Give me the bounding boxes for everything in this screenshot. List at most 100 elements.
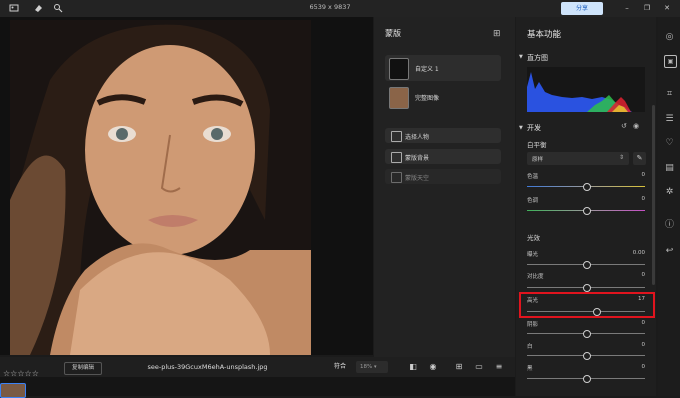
portrait-illustration <box>10 20 311 355</box>
white-balance-label: 白平衡 <box>527 141 547 149</box>
select-person-label: 选择人物 <box>405 134 430 141</box>
preview-eye-icon[interactable]: ◉ <box>427 361 439 373</box>
tint-label: 色调 <box>527 198 539 204</box>
maximize-icon[interactable]: ❐ <box>642 3 652 13</box>
mask-icon[interactable]: ▣ <box>664 55 677 68</box>
adjust-icon[interactable]: ☰ <box>664 114 675 125</box>
mask-item-label: 完整图像 <box>415 95 440 102</box>
mask-item-full-image[interactable]: 完整图像 <box>385 84 501 110</box>
highlights-label: 高光 <box>527 298 539 304</box>
blacks-slider-knob[interactable] <box>583 374 591 383</box>
mask-background-label: 蒙版背景 <box>405 155 430 162</box>
temperature-value: 0 <box>641 172 646 178</box>
contrast-slider[interactable] <box>527 283 645 292</box>
sky-icon <box>391 172 402 183</box>
develop-label: 开发 <box>527 124 541 132</box>
adjustments-title: 基本功能 <box>527 30 562 40</box>
contrast-label: 对比度 <box>527 274 544 280</box>
eyedropper-icon[interactable]: ✎ <box>633 152 646 165</box>
exposure-slider[interactable] <box>527 260 645 269</box>
top-bar: 6539 x 9837 分享 – ❐ ✕ <box>0 0 680 17</box>
whites-slider-knob[interactable] <box>583 351 591 360</box>
highlights-slider-knob[interactable] <box>593 307 602 316</box>
tint-slider-knob[interactable] <box>583 206 591 215</box>
histogram-label: 直方图 <box>527 54 548 62</box>
mask-item-custom-1[interactable]: 自定义 1 <box>385 55 501 81</box>
temperature-slider-knob[interactable] <box>583 182 591 191</box>
light-section-label: 光效 <box>527 234 540 242</box>
collapse-histogram-icon[interactable]: ▼ <box>519 54 523 60</box>
grid-view-icon[interactable]: ⊞ <box>453 361 465 373</box>
list-view-icon[interactable]: ≡ <box>493 361 505 373</box>
photo-library-icon[interactable] <box>9 3 19 13</box>
eraser-icon[interactable] <box>33 3 43 13</box>
highlights-value: 17 <box>638 296 645 302</box>
blacks-value: 0 <box>641 364 646 370</box>
heal-icon[interactable]: ♡ <box>664 138 675 149</box>
exposure-label: 曝光 <box>527 252 539 258</box>
fit-button[interactable]: 符合 <box>330 361 350 373</box>
tint-slider[interactable] <box>527 206 645 215</box>
person-icon <box>391 131 402 142</box>
zoom-value: 18% <box>360 364 373 370</box>
file-name: see-plus-39GcuxM6ehA-unsplash.jpg <box>147 363 268 371</box>
shadows-label: 阴影 <box>527 322 539 328</box>
mask-panel-title: 蒙版 <box>385 29 401 38</box>
tool-rail <box>658 17 680 396</box>
temperature-label: 色温 <box>527 174 539 180</box>
presets-icon[interactable]: ▤ <box>664 163 675 174</box>
whites-slider[interactable] <box>527 351 645 360</box>
filmstrip <box>0 377 515 396</box>
zoom-select[interactable]: 18% ▾ <box>356 361 388 373</box>
whites-value: 0 <box>641 342 646 348</box>
chevron-updown-icon: ⇕ <box>619 154 625 161</box>
layers-icon[interactable]: ◎ <box>664 32 675 43</box>
select-person-button[interactable]: 选择人物 <box>385 128 501 143</box>
whites-label: 白 <box>527 344 533 350</box>
white-balance-preset-value: 原样 <box>532 157 544 163</box>
mask-sky-label: 蒙版天空 <box>405 175 430 182</box>
single-view-icon[interactable]: ▭ <box>473 361 485 373</box>
collapse-develop-icon[interactable]: ▼ <box>519 125 523 131</box>
history-icon[interactable]: ↩ <box>664 246 675 257</box>
effects-icon[interactable]: ✲ <box>664 187 675 198</box>
reset-icon[interactable]: ↺ <box>621 122 627 130</box>
contrast-value: 0 <box>641 272 646 278</box>
minimize-icon[interactable]: – <box>622 3 632 13</box>
visibility-eye-icon[interactable]: ◉ <box>633 122 639 130</box>
exposure-value: 0.00 <box>632 250 645 256</box>
temperature-slider[interactable] <box>527 182 645 191</box>
portrait-photo[interactable] <box>10 20 311 355</box>
copy-edit-button[interactable]: 复制编辑 <box>64 362 102 375</box>
shadows-slider[interactable] <box>527 329 645 338</box>
crop-icon[interactable]: ⌗ <box>664 89 675 100</box>
image-thumbnail-icon <box>389 87 409 109</box>
copy-edit-label: 复制编辑 <box>71 365 94 371</box>
blacks-slider[interactable] <box>527 374 645 383</box>
contrast-slider-knob[interactable] <box>583 283 591 292</box>
chevron-down-icon: ▾ <box>373 364 377 370</box>
blacks-label: 黑 <box>527 366 533 372</box>
image-dimensions: 6539 x 9837 <box>309 3 351 11</box>
highlights-slider[interactable] <box>527 307 645 316</box>
fit-label: 符合 <box>333 363 346 370</box>
panel-scrollbar[interactable] <box>652 105 655 285</box>
white-balance-preset-select[interactable]: 原样 ⇕ <box>527 152 629 165</box>
mask-thumbnail-icon <box>389 58 409 80</box>
share-button[interactable]: 分享 <box>561 2 603 15</box>
background-icon <box>391 152 402 163</box>
shadows-slider-knob[interactable] <box>583 329 591 338</box>
add-mask-icon[interactable]: ⊞ <box>493 29 501 39</box>
exposure-slider-knob[interactable] <box>583 260 591 269</box>
shadows-value: 0 <box>641 320 646 326</box>
histogram <box>527 67 645 112</box>
mask-background-button[interactable]: 蒙版背景 <box>385 149 501 164</box>
info-icon[interactable]: ⓘ <box>664 220 675 231</box>
mask-sky-button[interactable]: 蒙版天空 <box>385 169 501 184</box>
tint-value: 0 <box>641 196 646 202</box>
magic-wand-icon[interactable] <box>53 3 63 13</box>
mask-item-label: 自定义 1 <box>415 66 439 73</box>
share-label: 分享 <box>575 5 588 12</box>
compare-icon[interactable]: ◧ <box>407 361 419 373</box>
close-icon[interactable]: ✕ <box>662 3 672 13</box>
